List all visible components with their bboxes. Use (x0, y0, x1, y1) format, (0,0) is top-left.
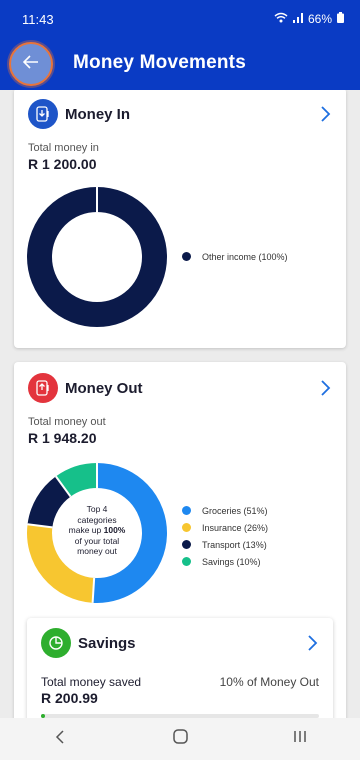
money-out-legend-label: Transport (13%) (202, 539, 267, 550)
savings-chevron-right-icon[interactable] (307, 634, 319, 652)
savings-card[interactable]: Savings Total money saved R 200.99 10% o… (27, 618, 333, 718)
money-out-total-label: Total money out (28, 416, 106, 428)
center-text-prefix: make up (68, 525, 104, 535)
page-title: Money Movements (73, 52, 246, 73)
money-out-legend-item: Savings (10%) (182, 553, 268, 570)
money-out-legend-item: Groceries (51%) (182, 502, 268, 519)
center-text-line: categories (77, 514, 117, 525)
money-in-card[interactable]: Money In Total money in R 1 200.00 Other… (14, 90, 346, 348)
money-out-card[interactable]: Money Out Total money out R 1 948.20 Top… (14, 362, 346, 718)
money-in-donut-chart (27, 187, 167, 327)
savings-share-text: 10% of Money Out (219, 675, 319, 689)
money-in-legend-item: Other income (100%) (182, 248, 288, 265)
center-text-percent: 100% (103, 525, 126, 535)
money-in-title: Money In (65, 105, 131, 123)
money-in-slice-0 (27, 187, 167, 327)
savings-total-label: Total money saved (41, 675, 142, 689)
wifi-icon (274, 12, 288, 26)
status-time: 11:43 (22, 11, 54, 27)
money-out-legend-label: Savings (10%) (202, 556, 261, 567)
status-bar: 11:43 66% (0, 0, 360, 38)
money-out-slice-3 (55, 463, 98, 497)
pie-chart-icon (41, 628, 71, 658)
signal-icon (292, 12, 303, 26)
money-out-legend-dot (182, 506, 191, 515)
money-out-legend-item: Insurance (26%) (182, 519, 268, 536)
recents-icon (293, 730, 307, 748)
chevron-left-icon (55, 729, 65, 749)
money-out-legend-label: Insurance (26%) (202, 522, 269, 533)
money-out-center-text: Top 4 categories make up 100% of your to… (66, 504, 128, 557)
center-text-line: money out (77, 546, 117, 556)
center-text-line: Top 4 (86, 504, 108, 514)
money-out-header: Money Out (28, 373, 143, 403)
money-in-total-label: Total money in (28, 142, 99, 154)
money-out-slice-2 (27, 476, 72, 528)
savings-title: Savings (78, 634, 136, 652)
savings-header: Savings (41, 628, 136, 658)
center-text-line: of your total (74, 535, 120, 546)
money-out-legend: Groceries (51%) Insurance (26%) Transport … (182, 502, 268, 570)
money-out-chevron-right-icon[interactable] (320, 379, 332, 397)
money-in-header: Money In (28, 99, 130, 129)
money-out-title: Money Out (65, 379, 143, 397)
money-out-legend-dot (182, 557, 191, 566)
home-icon (172, 729, 188, 749)
money-in-legend-label: Other income (100%) (202, 251, 288, 262)
money-in-icon (28, 99, 58, 129)
nav-back-button[interactable] (40, 724, 80, 754)
battery-icon (337, 12, 344, 26)
money-out-total-value: R 1 948.20 (28, 430, 97, 446)
money-in-total-value: R 1 200.00 (28, 156, 97, 172)
savings-total-value: R 200.99 (41, 690, 98, 706)
money-in-legend: Other income (100%) (182, 248, 288, 265)
nav-recents-button[interactable] (280, 724, 320, 754)
money-in-chevron-right-icon[interactable] (320, 105, 332, 123)
center-text-line: make up 100% (66, 525, 128, 536)
money-out-legend-label: Groceries (51%) (202, 505, 268, 516)
money-out-legend-dot (182, 540, 191, 549)
nav-home-button[interactable] (160, 724, 200, 754)
content-scroll[interactable]: Money In Total money in R 1 200.00 Other… (0, 90, 360, 718)
money-out-icon (28, 373, 58, 403)
money-out-legend-item: Transport (13%) (182, 536, 268, 553)
back-button[interactable] (9, 42, 53, 86)
system-nav-bar (0, 718, 360, 760)
battery-percent: 66% (307, 12, 332, 26)
money-out-legend-dot (182, 523, 191, 532)
money-in-legend-dot (182, 252, 191, 261)
status-icons: 66% (274, 12, 344, 26)
arrow-left-icon (22, 54, 39, 74)
app-bar: Money Movements (0, 38, 360, 90)
